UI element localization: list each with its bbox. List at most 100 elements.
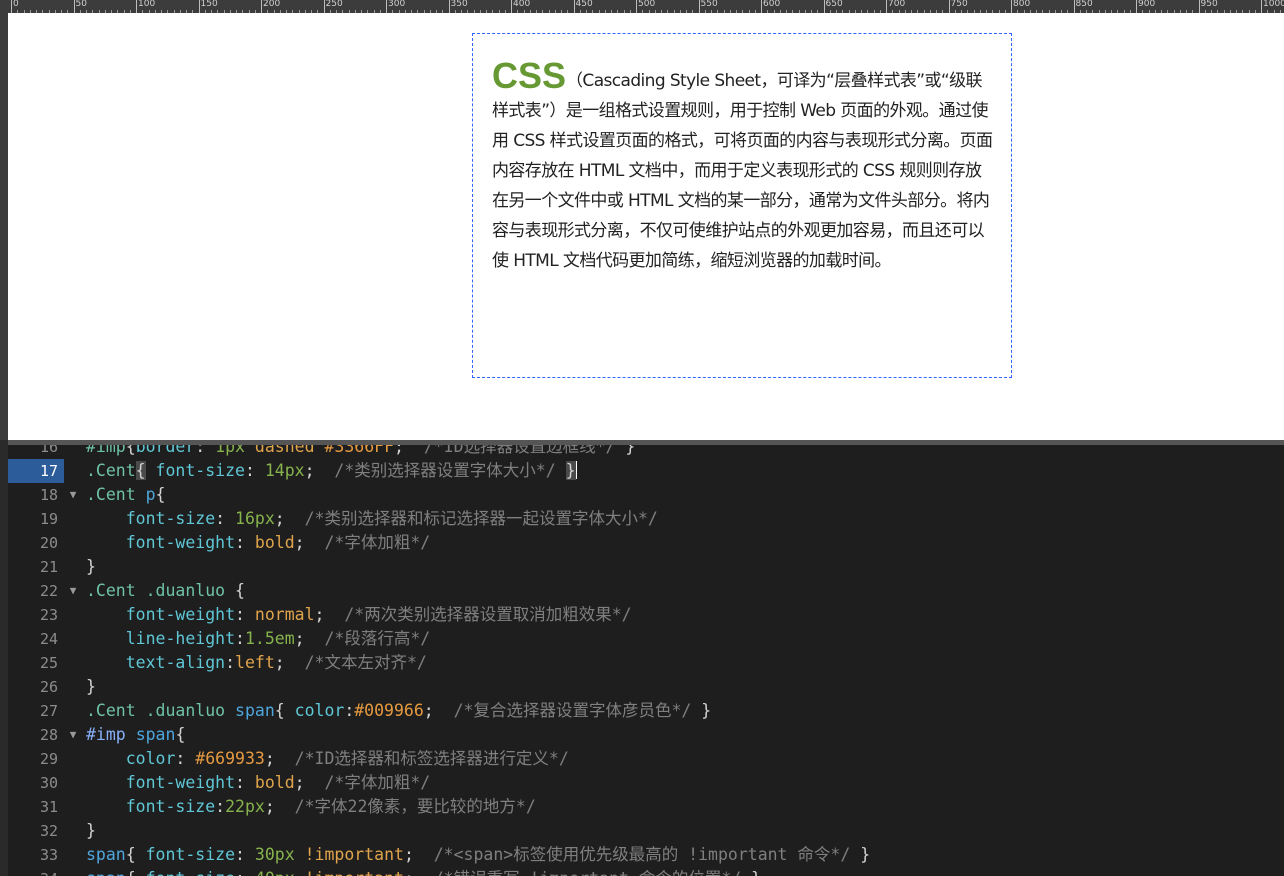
design-view-left-edge: [0, 13, 8, 440]
code-line[interactable]: 28 ▼ #imp span{: [8, 723, 1284, 747]
line-number: 20: [39, 534, 58, 552]
ruler-label: 50: [75, 0, 87, 9]
code-text: font-weight: bold; /*字体加粗*/: [86, 771, 430, 795]
code-token: /*段落行高*/: [324, 629, 431, 648]
ruler-label: 850: [1075, 0, 1093, 9]
code-token: normal: [254, 605, 315, 624]
fold-toggle-icon[interactable]: ▼: [67, 483, 79, 507]
code-token: /*文本左对齐*/: [304, 653, 427, 672]
line-number: 16: [39, 445, 58, 456]
ruler-tick: [511, 0, 512, 13]
code-token: /*复合选择器设置字体彦员色*/: [453, 701, 692, 720]
code-token: bold: [254, 773, 295, 792]
ruler-label: 450: [575, 0, 593, 9]
code-text: }: [86, 675, 96, 699]
ruler-tick: [1261, 0, 1262, 13]
code-line[interactable]: 21}: [8, 555, 1284, 579]
code-token: font-weight: [125, 773, 236, 792]
code-text: text-align:left; /*文本左对齐*/: [86, 651, 427, 675]
code-token: .Cent: [86, 461, 136, 480]
design-view[interactable]: CSS（Cascading Style Sheet，可译为“层叠样式表”或“级联…: [8, 13, 1284, 440]
line-number: 33: [39, 846, 58, 864]
code-text: line-height:1.5em; /*段落行高*/: [86, 627, 430, 651]
code-editor[interactable]: 16 #imp{border: 1px dashed #3366FF; /*ID选…: [8, 445, 1284, 876]
code-token: font-size: [145, 845, 236, 864]
code-text: .Cent .duanluo {: [86, 579, 245, 603]
code-text: .Cent p{: [86, 483, 165, 507]
code-view-left-edge: [0, 440, 8, 876]
code-token: ;: [294, 773, 325, 792]
line-number: 19: [39, 510, 58, 528]
code-line[interactable]: 18 ▼ .Cent p{: [8, 483, 1284, 507]
line-number: 17: [8, 459, 64, 483]
ruler-label: 0: [13, 0, 19, 9]
duanluo-paragraph[interactable]: CSS（Cascading Style Sheet，可译为“层叠样式表”或“级联…: [492, 58, 994, 276]
code-token: 14px: [264, 461, 305, 480]
ruler-label: 350: [450, 0, 468, 9]
code-token: {: [155, 485, 166, 504]
code-token: }: [86, 557, 96, 576]
code-token: dashed: [254, 445, 315, 456]
ruler-label: 800: [1013, 0, 1031, 9]
code-token: ;: [394, 445, 424, 456]
code-line[interactable]: 22 ▼ .Cent .duanluo {: [8, 579, 1284, 603]
line-number: 28: [39, 726, 58, 744]
code-token: span: [86, 845, 126, 864]
horizontal-ruler: 0 50 100 150 200 250 300 350 400 450 500 550 600 650 7…: [0, 0, 1284, 13]
code-token: /*类别选择器设置字体大小*/: [334, 461, 556, 480]
cent-container[interactable]: CSS（Cascading Style Sheet，可译为“层叠样式表”或“级联…: [472, 33, 1012, 378]
ruler-label: 900: [1138, 0, 1156, 9]
code-token: :: [195, 445, 216, 456]
ruler-tick: [1011, 0, 1012, 13]
code-token: span: [235, 701, 275, 720]
code-token: ;: [274, 509, 305, 528]
code-token: {: [126, 869, 146, 876]
fold-toggle-icon[interactable]: ▼: [67, 579, 79, 603]
code-token: ;: [264, 749, 295, 768]
code-line[interactable]: 17 .Cent{ font-size: 14px; /*类别选择器设置字体大小*…: [8, 459, 1284, 483]
code-line[interactable]: 19 font-size: 16px; /*类别选择器和标记选择器一起设置字体大…: [8, 507, 1284, 531]
code-text: color: #669933; /*ID选择器和标签选择器进行定义*/: [86, 747, 569, 771]
ruler-tick: [11, 0, 12, 13]
line-number: 26: [39, 678, 58, 696]
fold-toggle-icon[interactable]: ▼: [67, 723, 79, 747]
code-token: ;: [403, 845, 434, 864]
code-line[interactable]: 23 font-weight: normal; /*两次类别选择器设置取消加粗效…: [8, 603, 1284, 627]
code-line[interactable]: 25 text-align:left; /*文本左对齐*/: [8, 651, 1284, 675]
ruler-label: 750: [950, 0, 968, 9]
code-token: /*字体22像素，要比较的地方*/: [294, 797, 536, 816]
ruler-label: 200: [263, 0, 281, 9]
line-number: 32: [39, 822, 58, 840]
code-token: .Cent .duanluo: [86, 701, 226, 720]
code-line[interactable]: 27 .Cent .duanluo span{ color:#009966; /*…: [8, 699, 1284, 723]
code-token: {: [225, 581, 245, 600]
code-line[interactable]: 34 span{ font-size: 40px !important; /*错误…: [8, 867, 1284, 876]
code-token: color: [294, 701, 345, 720]
code-line[interactable]: 32}: [8, 819, 1284, 843]
code-line[interactable]: 16 #imp{border: 1px dashed #3366FF; /*ID选…: [8, 445, 1284, 459]
line-number: 31: [39, 798, 58, 816]
ruler-label: 950: [1200, 0, 1218, 9]
code-line[interactable]: 33 span{ font-size: 30px !important; /*<s…: [8, 843, 1284, 867]
code-token: .Cent: [86, 485, 136, 504]
code-token: span: [86, 869, 126, 876]
code-line[interactable]: 26}: [8, 675, 1284, 699]
code-token: 40px: [255, 869, 295, 876]
code-token: }: [741, 869, 761, 876]
code-line[interactable]: 29 color: #669933; /*ID选择器和标签选择器进行定义*/: [8, 747, 1284, 771]
code-line[interactable]: 31 font-size:22px; /*字体22像素，要比较的地方*/: [8, 795, 1284, 819]
code-line[interactable]: 30 font-weight: bold; /*字体加粗*/: [8, 771, 1284, 795]
ruler-label: 300: [388, 0, 406, 9]
ruler-label: 600: [763, 0, 781, 9]
code-token: /*错误重写 !important 命令的位置*/: [434, 869, 741, 876]
code-token: ;: [294, 629, 325, 648]
code-line[interactable]: 24 line-height:1.5em; /*段落行高*/: [8, 627, 1284, 651]
ruler-tick: [636, 0, 637, 13]
code-line[interactable]: 20 font-weight: bold; /*字体加粗*/: [8, 531, 1284, 555]
line-number: 34: [8, 867, 64, 876]
